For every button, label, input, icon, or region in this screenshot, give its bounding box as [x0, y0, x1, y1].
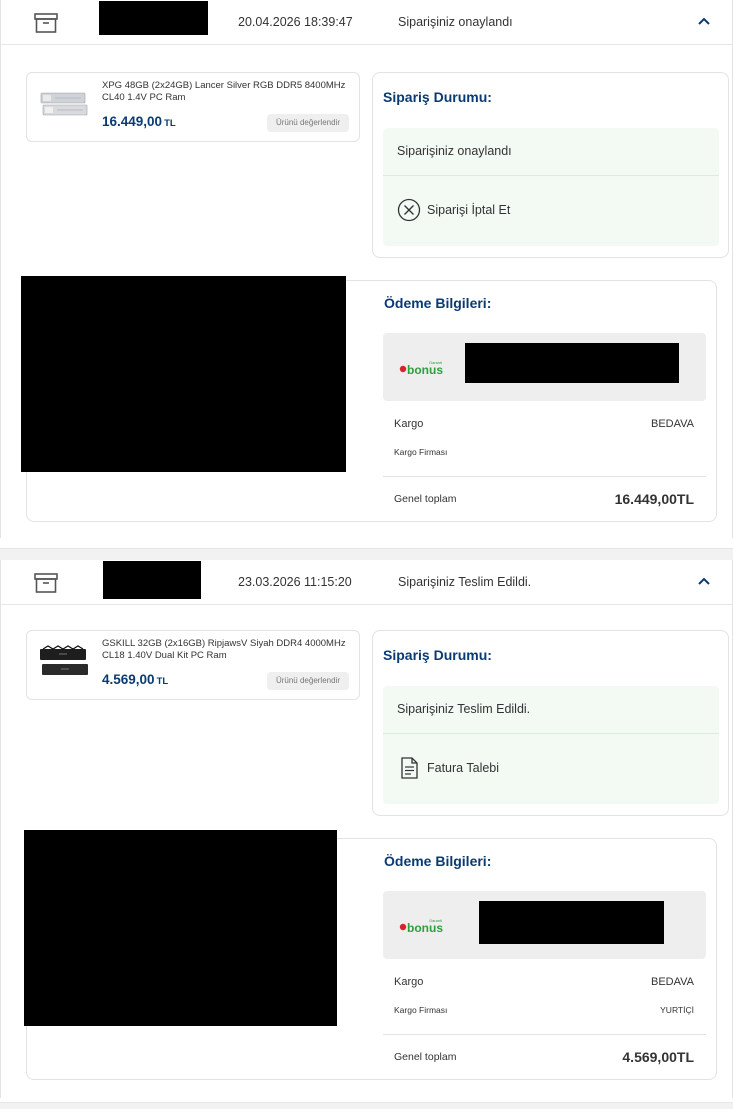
product-price: 4.569,00 TL [102, 672, 168, 687]
bonus-card-logo: bonus Garanti [399, 918, 443, 935]
total-row: Genel toplam 16.449,00TL [394, 491, 694, 509]
rate-product-button[interactable]: Ürünü değerlendir [266, 114, 349, 132]
product-image [40, 92, 88, 116]
total-value: 16.449,00TL [614, 491, 694, 507]
svg-text:bonus: bonus [407, 363, 443, 377]
product-name[interactable]: XPG 48GB (2x24GB) Lancer Silver RGB DDR5… [102, 80, 347, 104]
invoice-request-button[interactable]: Fatura Talebi [397, 756, 499, 780]
status-panel: Siparişiniz onaylandı Siparişi İptal Et [383, 128, 719, 246]
payment-divider [383, 476, 706, 477]
package-icon [34, 13, 58, 33]
payment-card-box: bonus Garanti [383, 333, 706, 401]
redacted-card-number [479, 901, 664, 944]
cancel-circle-icon [397, 198, 421, 222]
price-value: 16.449,00 [102, 114, 163, 129]
order-card: 23.03.2026 11:15:20 Siparişiniz Teslim E… [0, 560, 733, 1098]
total-value: 4.569,00TL [622, 1049, 694, 1065]
shipping-value: BEDAVA [651, 418, 694, 430]
payment-divider [383, 1034, 706, 1035]
product-card[interactable]: XPG 48GB (2x24GB) Lancer Silver RGB DDR5… [26, 72, 360, 142]
rate-product-button[interactable]: Ürünü değerlendir [266, 672, 349, 690]
order-divider [0, 1102, 733, 1109]
shipping-label: Kargo [394, 976, 424, 988]
order-status: Siparişiniz onaylandı [398, 15, 513, 29]
status-divider [383, 733, 719, 734]
payment-title: Ödeme Bilgileri: [384, 295, 492, 311]
bonus-card-logo: bonus Garanti [399, 360, 443, 377]
chevron-up-icon[interactable] [697, 14, 711, 28]
redacted-order-number [103, 561, 201, 599]
carrier-label: Kargo Firması [394, 1005, 448, 1015]
invoice-request-label: Fatura Talebi [427, 761, 500, 775]
order-status-card: Sipariş Durumu: Siparişiniz Teslim Edild… [372, 630, 729, 816]
shipping-row: Kargo BEDAVA [394, 418, 694, 432]
status-panel: Siparişiniz Teslim Edildi. Fatura Talebi [383, 686, 719, 804]
payment-card-box: bonus Garanti [383, 891, 706, 959]
product-price: 16.449,00 TL [102, 114, 176, 129]
payment-title: Ödeme Bilgileri: [384, 853, 492, 869]
status-card-title: Sipariş Durumu: [383, 647, 492, 663]
order-header[interactable]: 20.04.2026 18:39:47 Siparişiniz onayland… [1, 0, 733, 45]
carrier-row: Kargo Firması [394, 447, 694, 459]
chevron-up-icon[interactable] [697, 574, 711, 588]
order-divider [0, 548, 733, 560]
shipping-row: Kargo BEDAVA [394, 976, 694, 990]
order-date: 20.04.2026 18:39:47 [238, 15, 353, 29]
redacted-address [24, 830, 337, 1026]
price-value: 4.569,00 [102, 672, 155, 687]
redacted-card-number [465, 343, 679, 383]
price-currency: TL [164, 118, 176, 129]
order-status-card: Sipariş Durumu: Siparişiniz onaylandı Si… [372, 72, 729, 258]
current-status: Siparişiniz onaylandı [397, 144, 512, 158]
cancel-order-label: Siparişi İptal Et [427, 203, 511, 217]
price-currency: TL [156, 676, 169, 687]
svg-text:Garanti: Garanti [429, 360, 442, 365]
redacted-address [21, 276, 346, 472]
order-header[interactable]: 23.03.2026 11:15:20 Siparişiniz Teslim E… [1, 560, 733, 605]
order-date: 23.03.2026 11:15:20 [238, 575, 352, 589]
shipping-label: Kargo [394, 418, 424, 430]
total-label: Genel toplam [394, 1051, 457, 1063]
package-icon [34, 573, 58, 593]
invoice-document-icon [401, 757, 418, 779]
shipping-value: BEDAVA [651, 976, 694, 988]
current-status: Siparişiniz Teslim Edildi. [397, 702, 531, 716]
order-status: Siparişiniz Teslim Edildi. [398, 575, 532, 589]
status-divider [383, 175, 719, 176]
status-card-title: Sipariş Durumu: [383, 89, 492, 105]
product-image [40, 645, 88, 675]
redacted-order-number [99, 1, 208, 35]
product-card[interactable]: GSKILL 32GB (2x16GB) RipjawsV Siyah DDR4… [26, 630, 360, 700]
carrier-label: Kargo Firması [394, 447, 448, 457]
total-row: Genel toplam 4.569,00TL [394, 1049, 694, 1067]
carrier-value: YURTİÇİ [660, 1005, 694, 1015]
svg-text:bonus: bonus [407, 921, 443, 935]
order-card: 20.04.2026 18:39:47 Siparişiniz onayland… [0, 0, 733, 538]
total-label: Genel toplam [394, 493, 457, 505]
carrier-row: Kargo Firması YURTİÇİ [394, 1005, 694, 1017]
cancel-order-button[interactable]: Siparişi İptal Et [397, 198, 510, 222]
svg-text:Garanti: Garanti [429, 918, 442, 923]
product-name[interactable]: GSKILL 32GB (2x16GB) RipjawsV Siyah DDR4… [102, 638, 347, 662]
